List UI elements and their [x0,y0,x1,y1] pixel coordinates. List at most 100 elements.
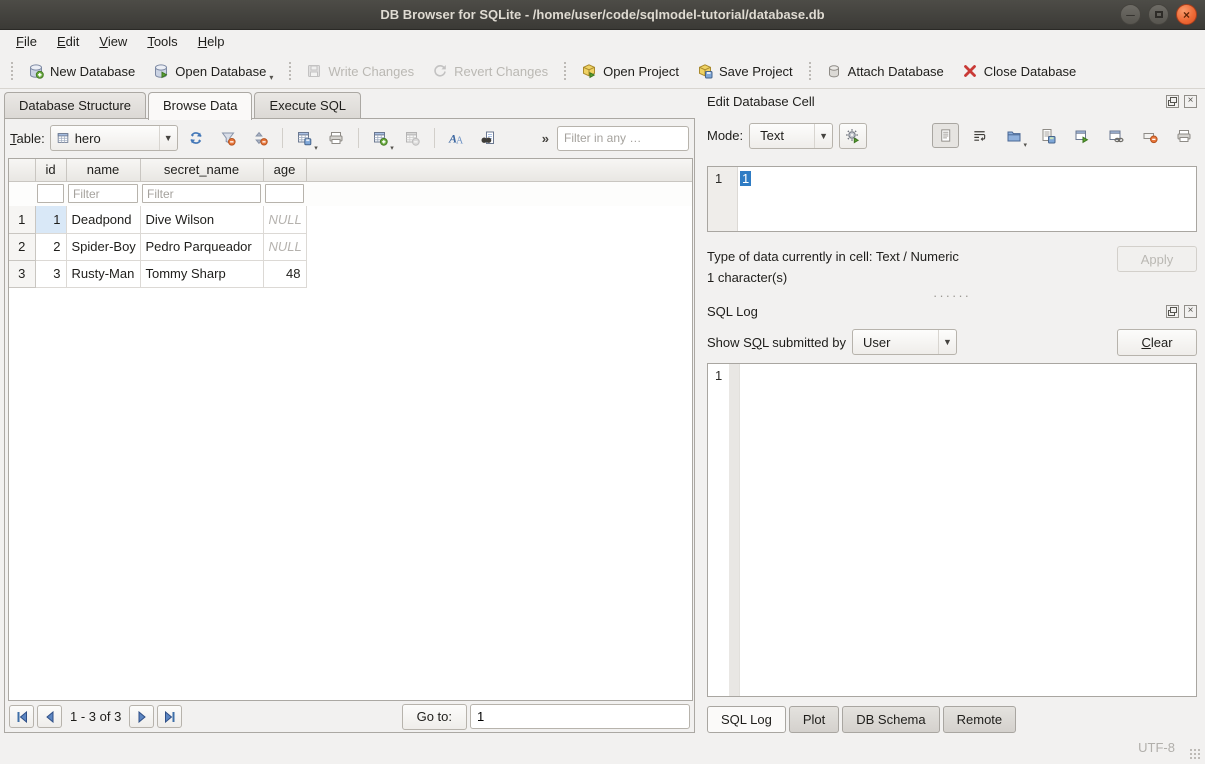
mode-select[interactable]: Text ▼ [749,123,833,149]
previous-record-button[interactable] [37,705,62,728]
float-panel-button[interactable] [1166,305,1179,318]
cell-age[interactable]: NULL [263,206,306,233]
cell-secret-name[interactable]: Pedro Parqueador [140,233,263,260]
import-cell-data-button[interactable]: ▾ [1000,123,1027,148]
cell-name[interactable]: Spider-Boy [66,233,140,260]
export-table-button[interactable]: ▾ [291,125,318,151]
dock-tab-sql-log[interactable]: SQL Log [707,706,786,733]
corner-header[interactable] [9,159,35,181]
open-database-label: Open Database [175,64,266,79]
filter-input-id[interactable] [37,184,64,203]
close-panel-button[interactable]: × [1184,305,1197,318]
sql-log-editor[interactable]: 1 [707,363,1197,697]
copy-link-button[interactable] [1102,123,1129,148]
cell-id[interactable]: 2 [35,233,66,260]
first-record-button[interactable] [9,705,34,728]
row-number[interactable]: 1 [9,206,35,233]
mode-select-value: Text [755,128,789,143]
menu-tools[interactable]: Tools [137,30,187,54]
toolbar-overflow-button[interactable]: » [539,131,552,146]
next-record-button[interactable] [129,705,154,728]
sql-log-controls: Show SQL submitted by User ▼ Clear [707,328,1197,356]
column-header-id[interactable]: id [35,159,66,181]
toolbar-handle[interactable] [9,60,14,82]
set-null-button[interactable] [1136,123,1163,148]
menu-file[interactable]: File [6,30,47,54]
open-database-dropdown-icon[interactable]: ▾ [269,73,273,85]
filter-any-input[interactable] [557,126,689,151]
dropdown-icon: ▾ [314,144,318,152]
open-in-external-app-button[interactable] [1068,123,1095,148]
cell-size-info: 1 character(s) [707,267,1117,288]
menu-edit[interactable]: Edit [47,30,89,54]
cell-secret-name[interactable]: Dive Wilson [140,206,263,233]
find-in-cells-button[interactable] [475,125,502,151]
maximize-button[interactable] [1148,4,1169,25]
attach-database-button[interactable]: Attach Database [817,57,953,85]
minimize-button[interactable]: ─ [1120,4,1141,25]
data-grid[interactable]: id name secret_name age [8,158,693,701]
float-panel-button[interactable] [1166,95,1179,108]
cell-age[interactable]: NULL [263,233,306,260]
toolbar-handle[interactable] [287,60,292,82]
refresh-button[interactable] [183,125,210,151]
resize-grip[interactable] [1189,748,1202,761]
column-header-age[interactable]: age [263,159,306,181]
goto-button[interactable]: Go to: [402,704,467,730]
print-icon [328,130,344,146]
clear-filters-button[interactable] [215,125,242,151]
print-button[interactable] [323,125,350,151]
cell-name[interactable]: Rusty-Man [66,260,140,287]
export-cell-data-button[interactable] [1034,123,1061,148]
sql-log-content[interactable] [740,364,1196,696]
tab-database-structure[interactable]: Database Structure [4,92,146,119]
row-number[interactable]: 3 [9,260,35,287]
dock-splitter[interactable]: ······ [707,288,1197,302]
menu-help[interactable]: Help [188,30,235,54]
tab-execute-sql[interactable]: Execute SQL [254,92,361,119]
filter-input-name[interactable] [68,184,138,203]
clear-sorting-button[interactable] [247,125,274,151]
open-project-button[interactable]: Open Project [572,57,688,85]
text-mode-button[interactable] [932,123,959,148]
cell-id[interactable]: 1 [35,206,66,233]
word-wrap-button[interactable] [966,123,993,148]
close-button[interactable]: × [1176,4,1197,25]
toolbar-handle[interactable] [562,60,567,82]
cell-id[interactable]: 3 [35,260,66,287]
cell-secret-name[interactable]: Tommy Sharp [140,260,263,287]
dock-tab-remote[interactable]: Remote [943,706,1017,733]
sql-source-select[interactable]: User ▼ [852,329,957,355]
open-database-button[interactable]: Open Database ▾ [144,57,282,85]
tab-browse-data[interactable]: Browse Data [148,92,252,120]
apply-settings-button[interactable] [839,123,867,149]
browse-data-panel: Database Structure Browse Data Execute S… [4,92,695,733]
title-bar[interactable]: DB Browser for SQLite - /home/user/code/… [0,0,1205,30]
cell-name[interactable]: Deadpond [66,206,140,233]
cell-age[interactable]: 48 [263,260,306,287]
menu-view[interactable]: View [89,30,137,54]
dock-tab-plot[interactable]: Plot [789,706,839,733]
new-database-button[interactable]: New Database [19,57,144,85]
close-database-button[interactable]: Close Database [953,57,1086,85]
font-settings-button[interactable]: AA [443,125,470,151]
column-header-secret-name[interactable]: secret_name [140,159,263,181]
insert-record-button[interactable]: ▾ [367,125,394,151]
cell-editor-content[interactable]: 1 [738,167,1196,231]
column-header-name[interactable]: name [66,159,140,181]
cell-editor[interactable]: 1 1 [707,166,1197,232]
last-record-button[interactable] [157,705,182,728]
table-select[interactable]: hero ▼ [50,125,178,151]
row-number[interactable]: 2 [9,233,35,260]
save-project-button[interactable]: Save Project [688,57,802,85]
separator [434,128,435,148]
goto-input[interactable] [470,704,690,729]
apply-button: Apply [1117,246,1197,272]
print-cell-button[interactable] [1170,123,1197,148]
filter-input-secret-name[interactable] [142,184,261,203]
toolbar-handle[interactable] [807,60,812,82]
filter-input-age[interactable] [265,184,304,203]
clear-log-button[interactable]: Clear [1117,329,1197,356]
close-panel-button[interactable]: × [1184,95,1197,108]
dock-tab-db-schema[interactable]: DB Schema [842,706,939,733]
